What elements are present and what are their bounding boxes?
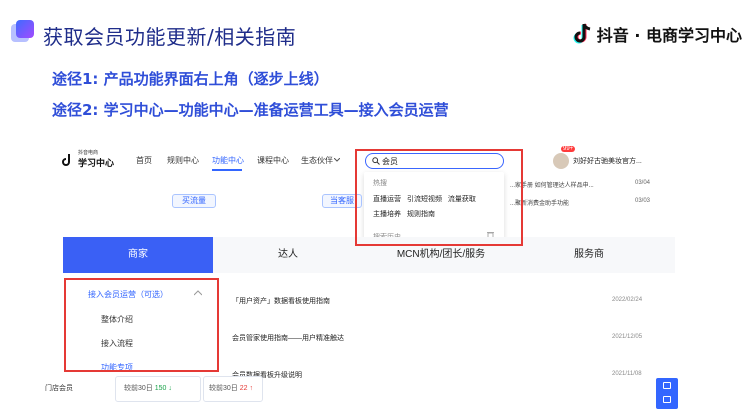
user-area[interactable]: 99+ 刘好好古驰美妆官方... (553, 146, 642, 169)
slide-title: 获取会员功能更新/相关指南 (43, 25, 297, 49)
doc-date-3: 2021/11/08 (612, 371, 642, 377)
nav-item-home[interactable]: 首页 (136, 155, 152, 166)
logo-big-text: 学习中心 (78, 158, 115, 168)
feedback-icon[interactable] (663, 382, 671, 389)
tab-service-provider[interactable]: 服务商 (519, 237, 659, 273)
doc-title-1[interactable]: 「用户资产」数据看板使用指南 (232, 296, 330, 306)
mail-icon[interactable] (663, 396, 671, 403)
notification-badge: 99+ (561, 146, 576, 152)
highlight-sidebar-frame (64, 278, 219, 372)
tab-influencer[interactable]: 达人 (213, 237, 363, 273)
route-1: 途径1: 产品功能界面右上角（逐步上线） (52, 70, 329, 88)
douyin-logo-icon (573, 23, 591, 44)
stat-1: 较前30日 150 ↓ (124, 383, 172, 393)
announcement-2-date: 03/03 (635, 198, 651, 204)
chevron-down-icon (334, 158, 340, 162)
doc-date-1: 2022/02/24 (612, 297, 643, 303)
doc-title-2[interactable]: 会员管家使用指南——用户精准触达 (232, 333, 344, 343)
arrow-up-icon: ↑ (249, 385, 254, 392)
doc-date-2: 2021/12/05 (612, 334, 643, 340)
floating-toolbar[interactable] (656, 378, 678, 409)
brand: 抖音 · 电商学习中心 (573, 22, 742, 46)
douyin-small-icon (62, 153, 70, 166)
store-member-label: 门店会员 (45, 385, 73, 392)
stat-2: 较前30日 22 ↑ (209, 383, 253, 393)
announcement-1-date: 03/04 (635, 180, 651, 186)
user-name[interactable]: 刘好好古驰美妆官方... (573, 156, 642, 166)
stat-1-label: 较前30日 (124, 385, 153, 392)
active-nav-underline (212, 169, 242, 171)
stat-2-label: 较前30日 (209, 385, 238, 392)
nav-item-rules[interactable]: 规则中心 (167, 155, 199, 166)
arrow-down-icon: ↓ (168, 385, 172, 392)
brand-name: 抖音 · 电商学习中心 (596, 26, 742, 45)
slide-title-icon (11, 20, 34, 44)
nav-item-features[interactable]: 功能中心 (212, 155, 244, 166)
tab-merchant[interactable]: 商家 (63, 237, 213, 273)
highlight-search-frame (355, 149, 523, 246)
nav-item-courses[interactable]: 课程中心 (257, 155, 289, 166)
route-2: 途径2: 学习中心—功能中心—准备运营工具—接入会员运营 (52, 101, 449, 119)
chip-buy-traffic[interactable]: 买流量 (172, 194, 216, 208)
stat-2-value: 22 (239, 385, 248, 392)
learning-center-logo[interactable]: 抖音电商 学习中心 (62, 150, 114, 169)
nav-item-partners[interactable]: 生态伙伴 (301, 155, 333, 166)
avatar[interactable]: 99+ (553, 146, 576, 169)
stat-1-value: 150 (154, 385, 167, 392)
